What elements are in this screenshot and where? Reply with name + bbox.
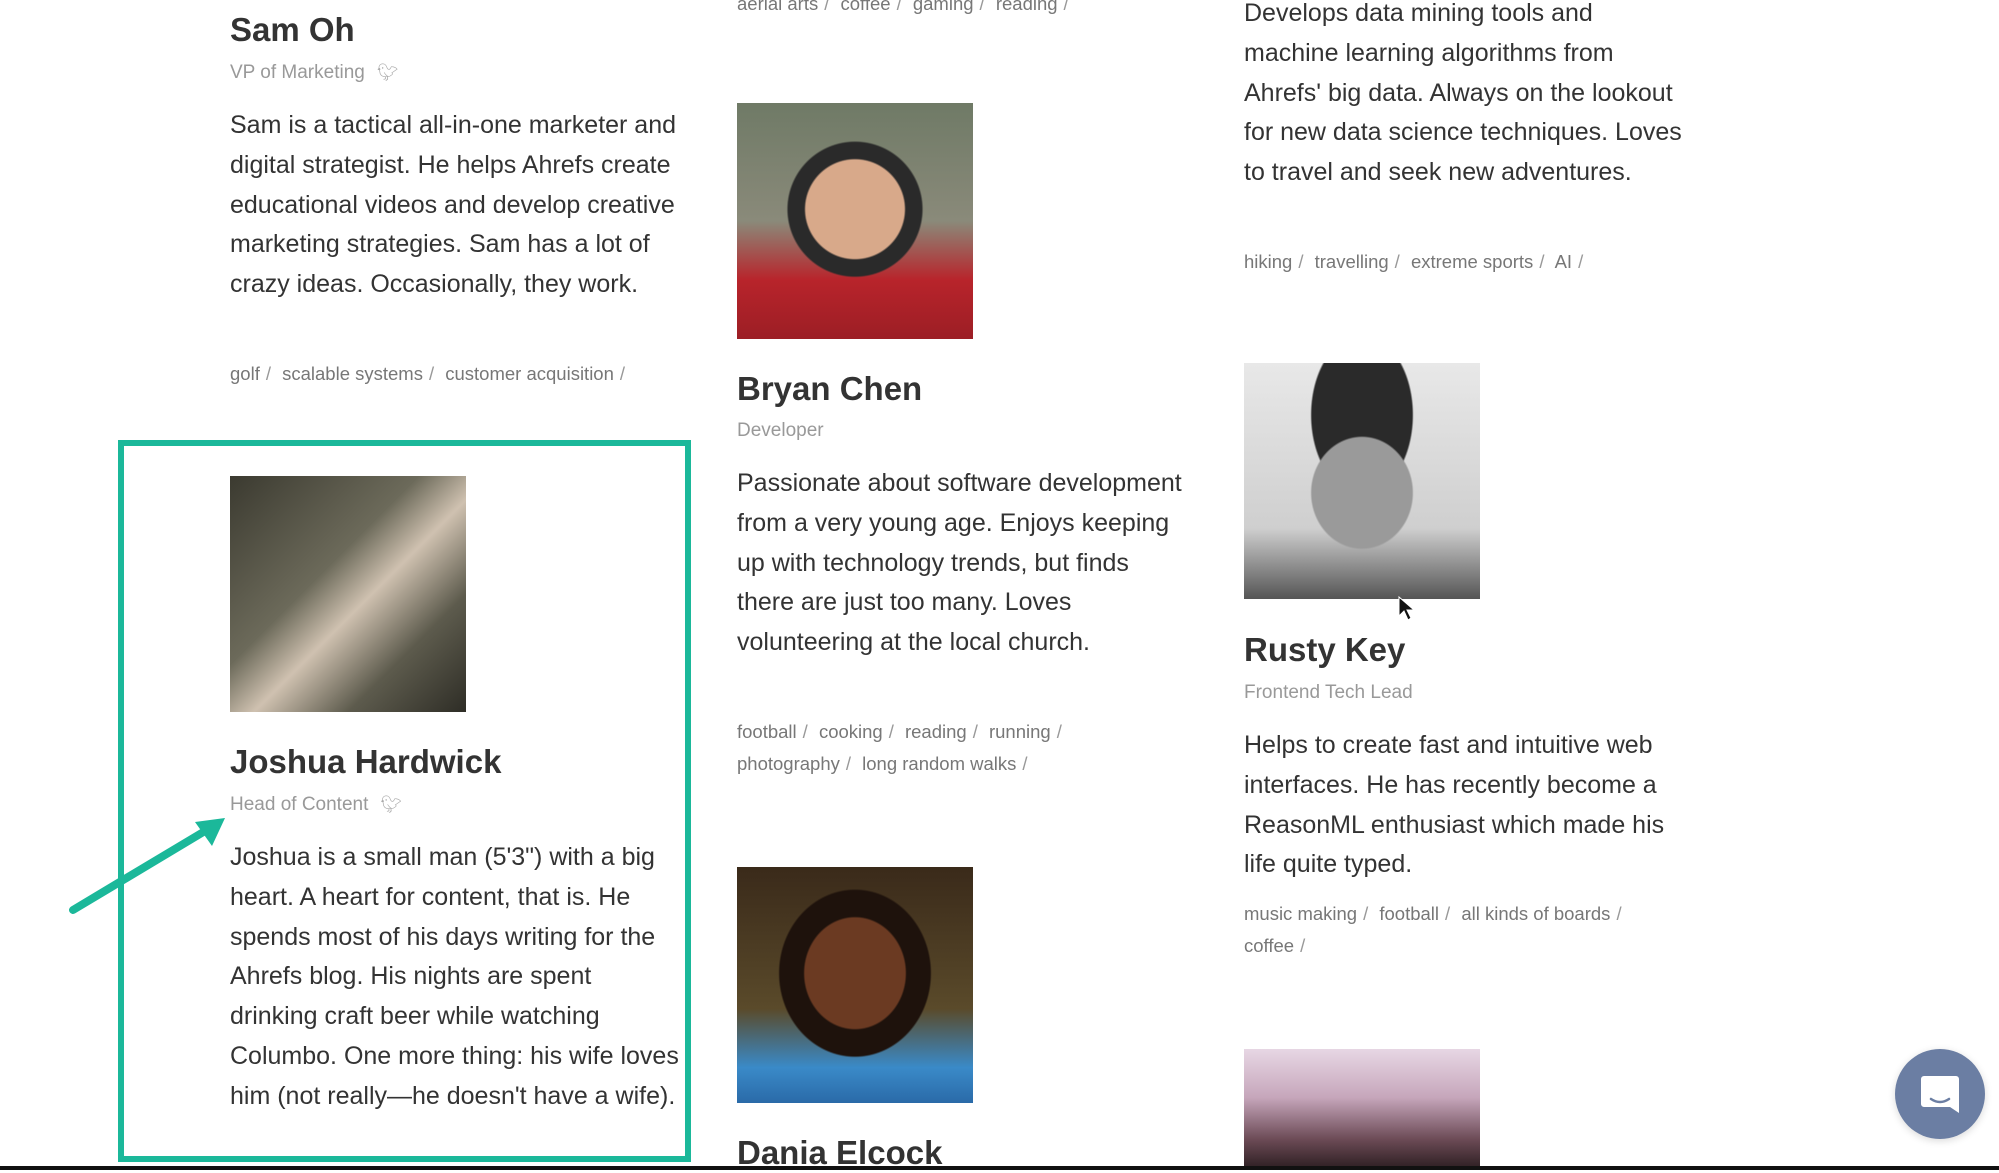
twitter-icon[interactable]: 🐦︎ xyxy=(380,792,402,818)
tag-separator: / xyxy=(1363,903,1369,924)
member-bio: Sam is a tactical all-in-one marketer an… xyxy=(230,111,677,299)
tag-link[interactable]: extreme sports xyxy=(1411,251,1533,272)
member-name: Bryan Chen xyxy=(737,370,923,407)
tag-link[interactable]: reading xyxy=(996,0,1058,14)
member-bio: Joshua is a small man (5'3") with a big … xyxy=(230,843,679,1110)
tag-separator: / xyxy=(972,721,978,742)
member-tags: football / cooking / reading / running / pho… xyxy=(737,716,1097,780)
tag-link[interactable]: football xyxy=(737,721,797,742)
tag-link[interactable]: coffee xyxy=(1244,935,1294,956)
tag-link[interactable]: AI xyxy=(1555,251,1572,272)
member-name: Joshua Hardwick xyxy=(230,743,502,780)
member-name: Rusty Key xyxy=(1244,631,1406,668)
tag-separator: / xyxy=(1022,753,1028,774)
member-photo xyxy=(230,476,466,712)
tag-link[interactable]: reading xyxy=(905,721,967,742)
tag-link[interactable]: long random walks xyxy=(862,753,1016,774)
member-bio: Helps to create fast and intuitive web i… xyxy=(1244,731,1665,879)
role-text: Head of Content xyxy=(230,794,369,816)
chat-button[interactable] xyxy=(1895,1049,1985,1139)
arrow-annotation xyxy=(69,818,225,914)
mouse-cursor xyxy=(1398,596,1416,621)
tag-separator: / xyxy=(802,721,808,742)
tag-link[interactable]: golf xyxy=(230,363,260,384)
tag-link[interactable]: gaming xyxy=(913,0,974,14)
tag-link[interactable]: football xyxy=(1379,903,1439,924)
member-photo xyxy=(737,867,973,1103)
tag-separator: / xyxy=(1298,251,1304,272)
tag-link[interactable]: scalable systems xyxy=(282,363,423,384)
member-role: VP of Marketing 🐦︎ xyxy=(230,60,398,86)
member-bio: Develops data mining tools and machine l… xyxy=(1244,0,1682,187)
tag-separator: / xyxy=(619,363,626,384)
member-tags: hiking / travelling / extreme sports / AI / xyxy=(1244,246,1684,278)
tag-separator: / xyxy=(1056,721,1062,742)
member-role: Frontend Tech Lead xyxy=(1244,682,1413,703)
tag-separator: / xyxy=(1300,935,1306,956)
tag-link[interactable]: cooking xyxy=(819,721,883,742)
tag-link[interactable]: all kinds of boards xyxy=(1461,903,1610,924)
tag-link[interactable]: coffee xyxy=(841,0,891,14)
tag-separator: / xyxy=(888,721,894,742)
member-name: Sam Oh xyxy=(230,11,355,48)
member-photo xyxy=(1244,363,1480,599)
member-tags: aerial arts / coffee / gaming / reading / xyxy=(737,0,1177,20)
tag-separator: / xyxy=(824,0,830,14)
tag-link[interactable]: aerial arts xyxy=(737,0,818,14)
tag-separator: / xyxy=(428,363,435,384)
tag-link[interactable]: music making xyxy=(1244,903,1357,924)
tag-link[interactable]: travelling xyxy=(1315,251,1389,272)
tag-link[interactable]: running xyxy=(989,721,1051,742)
tag-separator: / xyxy=(265,363,271,384)
tag-separator: / xyxy=(845,753,852,774)
twitter-icon[interactable]: 🐦︎ xyxy=(377,60,399,86)
chat-icon xyxy=(1921,1076,1959,1113)
tag-link[interactable]: customer acquisition xyxy=(445,363,614,384)
tag-separator: / xyxy=(1063,0,1069,14)
tag-separator: / xyxy=(1539,251,1545,272)
tag-separator: / xyxy=(1616,903,1622,924)
member-role: Head of Content 🐦︎ xyxy=(230,792,402,818)
member-photo xyxy=(737,103,973,339)
tag-separator: / xyxy=(979,0,985,14)
tag-separator: / xyxy=(1445,903,1451,924)
member-bio: Passionate about software development fr… xyxy=(737,469,1182,657)
member-tags: music making / football / all kinds of boa… xyxy=(1244,898,1654,962)
bottom-edge xyxy=(0,1166,1999,1170)
member-photo xyxy=(1244,1049,1480,1170)
role-text: VP of Marketing xyxy=(230,62,365,84)
tag-link[interactable]: photography xyxy=(737,753,840,774)
member-role: Developer xyxy=(737,420,824,441)
tag-link[interactable]: hiking xyxy=(1244,251,1292,272)
member-tags: golf / scalable systems / customer acquisi… xyxy=(230,358,670,390)
tag-separator: / xyxy=(1394,251,1400,272)
tag-separator: / xyxy=(1578,251,1584,272)
tag-separator: / xyxy=(896,0,902,14)
